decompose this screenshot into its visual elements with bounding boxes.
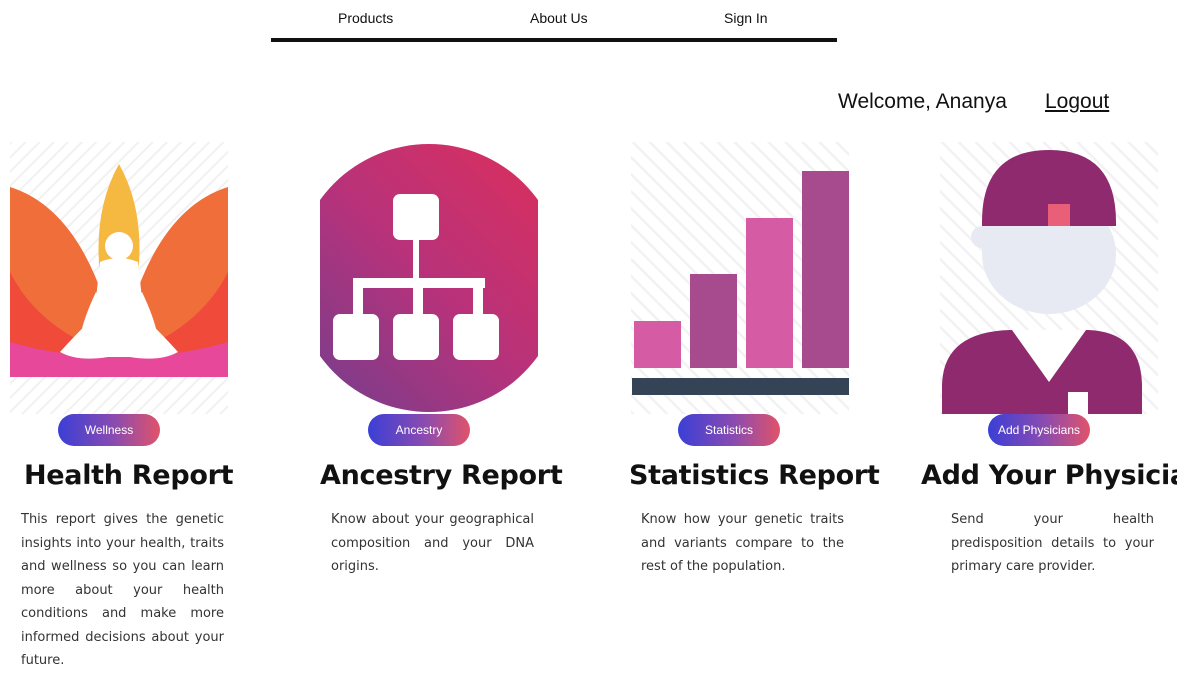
- statistics-badge-button[interactable]: Statistics: [678, 414, 780, 446]
- nav-sign-in-link[interactable]: Sign In: [724, 10, 768, 26]
- health-report-description: This report gives the genetic insights i…: [21, 512, 224, 668]
- nav-underline: [271, 38, 837, 42]
- add-physician-description: Send your health predisposition details …: [951, 512, 1154, 574]
- wellness-badge-button[interactable]: Wellness: [58, 414, 160, 446]
- logout-link[interactable]: Logout: [1045, 90, 1109, 114]
- ancestry-report-title: Ancestry Report: [320, 460, 563, 491]
- add-physicians-badge-button[interactable]: Add Physicians: [988, 414, 1090, 446]
- health-report-title: Health Report: [24, 460, 234, 491]
- meditation-lotus-illustration: [10, 142, 228, 414]
- bar-chart-icon: [631, 142, 849, 414]
- statistics-report-title: Statistics Report: [629, 460, 880, 491]
- top-nav: Products About Us Sign In: [271, 0, 837, 44]
- ancestry-report-description: Know about your geographical composition…: [331, 512, 534, 574]
- ancestry-badge-button[interactable]: Ancestry: [368, 414, 470, 446]
- nav-products-link[interactable]: Products: [338, 10, 393, 26]
- welcome-text: Welcome, Ananya: [838, 90, 1007, 113]
- add-physician-title: Add Your Physician: [921, 460, 1177, 491]
- statistics-report-description: Know how your genetic traits and variant…: [641, 512, 844, 574]
- nav-about-us-link[interactable]: About Us: [530, 10, 588, 26]
- physician-avatar-icon: [940, 142, 1158, 414]
- hierarchy-chart-icon: [320, 142, 538, 414]
